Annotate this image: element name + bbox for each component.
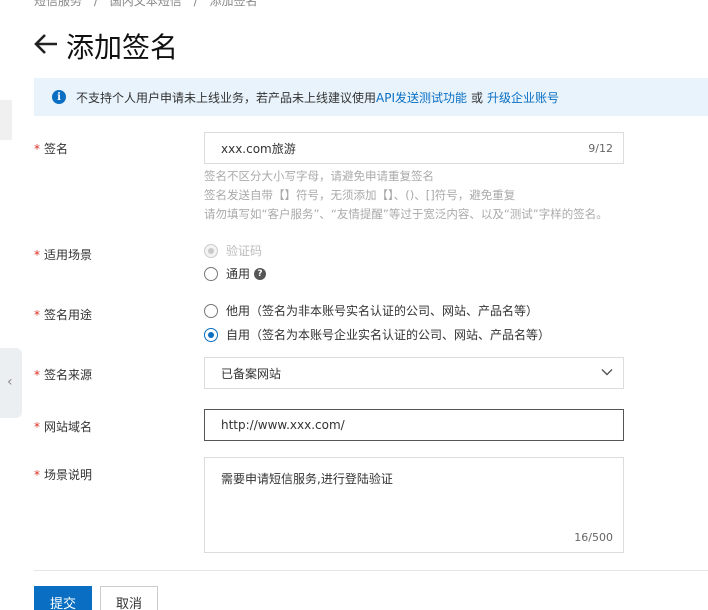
breadcrumb-current: 添加签名 (209, 0, 258, 8)
page-header: 添加签名 (34, 26, 178, 66)
purpose-label-text: 签名用途 (44, 308, 93, 322)
signature-counter: 9/12 (588, 141, 613, 155)
description-value: 需要申请短信服务,进行登陆验证 (221, 472, 393, 486)
scenario-label: * 适用场景 (34, 246, 92, 263)
scenario-option-verification: 验证码 (204, 242, 262, 259)
required-mark: * (34, 468, 40, 482)
purpose-label: * 签名用途 (34, 306, 92, 323)
hint-line: 签名不区分大小写字母，请避免申请重复签名 (204, 169, 434, 183)
left-edge-strip (0, 100, 12, 140)
submit-button[interactable]: 提交 (34, 586, 92, 610)
api-test-link[interactable]: API发送测试功能 (376, 89, 467, 106)
breadcrumb: 短信服务 / 国内文本短信 / 添加签名 (34, 0, 265, 9)
signature-hints: 签名不区分大小写字母，请避免申请重复签名 签名发送自带【】符号，无须添加【】、(… (204, 167, 608, 224)
chevron-down-icon (601, 369, 613, 376)
radio-unchecked[interactable] (204, 266, 218, 281)
notice-text: 不支持个人用户申请未上线业务，若产品未上线建议使用 (76, 90, 377, 105)
help-icon[interactable]: ? (254, 267, 267, 280)
breadcrumb-item[interactable]: 国内文本短信 (110, 0, 182, 8)
source-label: * 签名来源 (34, 366, 92, 383)
scenario-option-label: 验证码 (226, 244, 263, 258)
upgrade-enterprise-link[interactable]: 升级企业账号 (487, 89, 559, 106)
signature-label-text: 签名 (44, 142, 69, 156)
scenario-option-general[interactable]: 通用 ? (204, 265, 267, 282)
breadcrumb-separator: / (93, 0, 98, 8)
breadcrumb-separator: / (193, 0, 198, 8)
description-label-text: 场景说明 (44, 468, 93, 482)
scenario-label-text: 适用场景 (44, 248, 93, 262)
scenario-option-label: 通用 (226, 267, 251, 281)
sidebar-collapse-handle[interactable]: ‹ (0, 348, 22, 418)
radio-unchecked[interactable] (204, 303, 218, 318)
required-mark: * (34, 142, 40, 156)
page-title: 添加签名 (66, 31, 179, 64)
chevron-left-icon: ‹ (7, 374, 13, 390)
cancel-button[interactable]: 取消 (100, 586, 158, 610)
notice-banner: i 不支持个人用户申请未上线业务，若产品未上线建议使用 API发送测试功能 或 … (34, 78, 708, 116)
purpose-option-other[interactable]: 他用（签名为非本账号实名认证的公司、网站、产品名等） (204, 302, 538, 319)
domain-label-text: 网站域名 (44, 420, 93, 434)
info-icon: i (52, 90, 66, 104)
required-mark: * (34, 248, 40, 262)
radio-checked[interactable] (204, 327, 218, 342)
signature-input[interactable]: xxx.com旅游 9/12 (204, 132, 624, 164)
arrow-left-icon[interactable] (34, 33, 58, 60)
domain-value: http://www.xxx.com/ (221, 418, 345, 432)
purpose-option-label: 自用（签名为本账号企业实名认证的公司、网站、产品名等） (226, 328, 551, 342)
signature-value: xxx.com旅游 (221, 141, 296, 156)
purpose-option-label: 他用（签名为非本账号实名认证的公司、网站、产品名等） (226, 304, 539, 318)
breadcrumb-item[interactable]: 短信服务 (34, 0, 82, 8)
required-mark: * (34, 308, 40, 322)
required-mark: * (34, 420, 40, 434)
purpose-option-self[interactable]: 自用（签名为本账号企业实名认证的公司、网站、产品名等） (204, 326, 550, 343)
source-label-text: 签名来源 (44, 368, 93, 382)
source-selected-value: 已备案网站 (221, 366, 282, 381)
hint-line: 请勿填写如“客户服务”、“友情提醒”等过于宽泛内容、以及“测试”字样的签名。 (204, 207, 608, 221)
description-label: * 场景说明 (34, 466, 92, 483)
domain-label: * 网站域名 (34, 418, 92, 435)
form-divider (34, 570, 708, 571)
hint-line: 签名发送自带【】符号，无须添加【】、()、[]符号，避免重复 (204, 188, 516, 202)
source-select[interactable]: 已备案网站 (204, 357, 624, 389)
radio-disabled-checked (204, 243, 218, 258)
description-counter: 16/500 (574, 531, 613, 544)
required-mark: * (34, 368, 40, 382)
signature-label: * 签名 (34, 140, 68, 157)
notice-or-text: 或 (471, 90, 484, 105)
domain-input[interactable]: http://www.xxx.com/ (204, 409, 624, 441)
description-textarea[interactable]: 需要申请短信服务,进行登陆验证 16/500 (204, 457, 624, 553)
